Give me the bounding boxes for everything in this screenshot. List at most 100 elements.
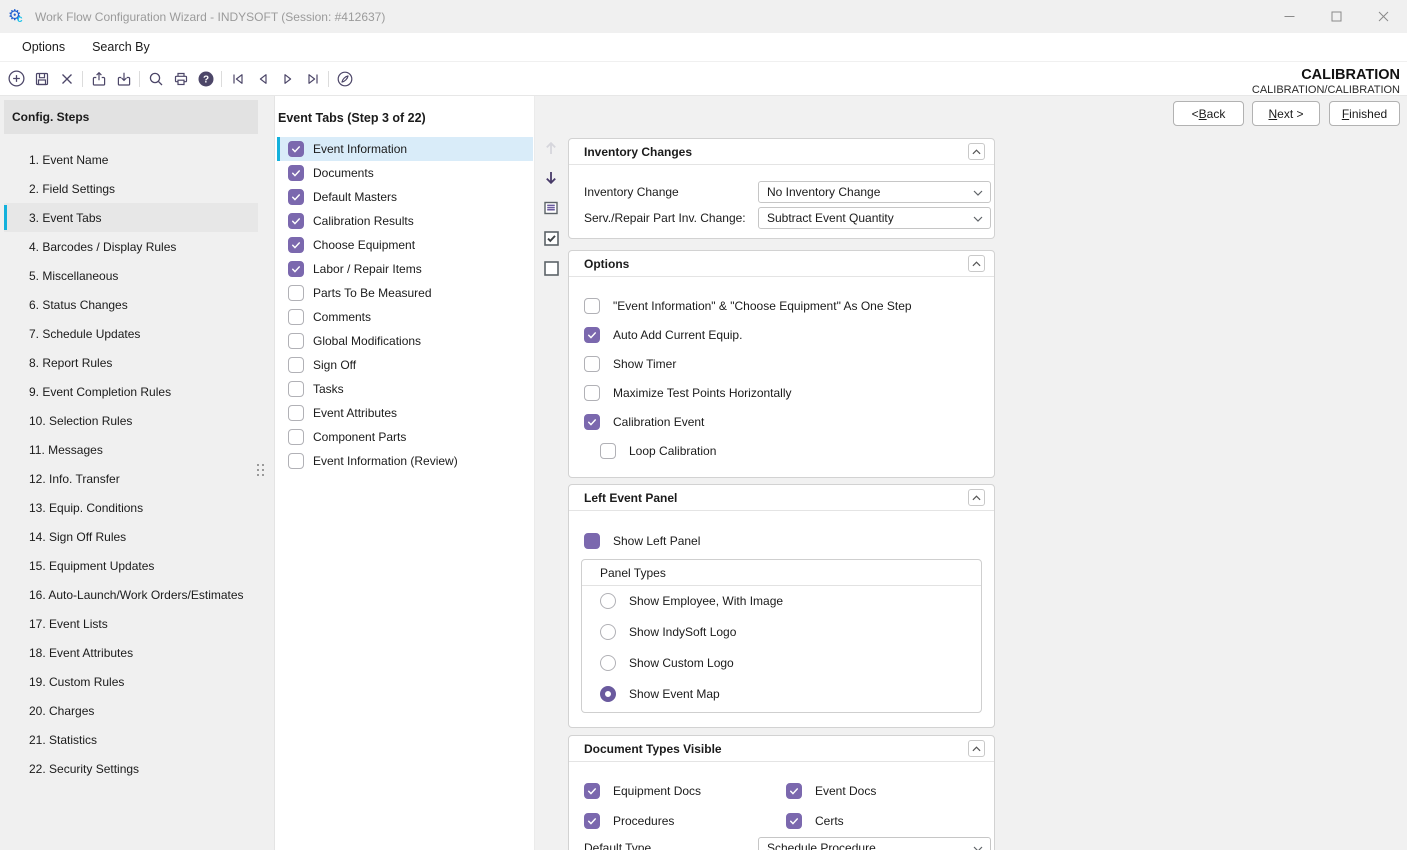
option-checkbox-row[interactable]: "Event Information" & "Choose Equipment"… [584, 298, 912, 314]
title-bar: ⚙c Work Flow Configuration Wizard - INDY… [0, 0, 1407, 33]
check-all-icon[interactable] [539, 226, 563, 250]
event-tab-row[interactable]: Documents [277, 161, 533, 185]
event-tab-row[interactable]: Tasks [277, 377, 533, 401]
panel-type-radio-row[interactable]: Show Employee, With Image [600, 593, 783, 609]
help-icon[interactable]: ? [193, 66, 218, 92]
checkbox-label: "Event Information" & "Choose Equipment"… [613, 299, 912, 313]
sidebar-item-step-1[interactable]: 1. Event Name [4, 145, 258, 174]
event-tab-row[interactable]: Event Information (Review) [277, 449, 533, 473]
collapse-chevron-up-icon[interactable] [968, 740, 985, 757]
navigate-icon[interactable] [332, 66, 357, 92]
show-left-panel-checkbox[interactable]: Show Left Panel [584, 533, 700, 549]
sidebar-item-label: 19. Custom Rules [29, 675, 124, 689]
print-icon[interactable] [168, 66, 193, 92]
checkbox-unchecked-icon [288, 309, 304, 325]
sidebar-item-step-9[interactable]: 9. Event Completion Rules [4, 377, 258, 406]
sidebar-item-step-14[interactable]: 14. Sign Off Rules [4, 522, 258, 551]
first-icon[interactable] [225, 66, 250, 92]
option-checkbox-row[interactable]: Calibration Event [584, 414, 704, 430]
event-tab-row[interactable]: Labor / Repair Items [277, 257, 533, 281]
finished-button[interactable]: Finished [1329, 101, 1400, 126]
sidebar-item-step-16[interactable]: 16. Auto-Launch/Work Orders/Estimates [4, 580, 258, 609]
event-tab-row[interactable]: Sign Off [277, 353, 533, 377]
close-icon[interactable] [1360, 0, 1407, 33]
sidebar-item-step-20[interactable]: 20. Charges [4, 696, 258, 725]
sidebar-item-label: 16. Auto-Launch/Work Orders/Estimates [29, 588, 244, 602]
search-icon[interactable] [143, 66, 168, 92]
sidebar-item-step-12[interactable]: 12. Info. Transfer [4, 464, 258, 493]
sidebar-item-step-3[interactable]: 3. Event Tabs [4, 203, 258, 232]
maximize-icon[interactable] [1313, 0, 1360, 33]
document-type-checkbox-row[interactable]: Event Docs [786, 783, 876, 799]
event-tab-row[interactable]: Calibration Results [277, 209, 533, 233]
sidebar-item-step-19[interactable]: 19. Custom Rules [4, 667, 258, 696]
sidebar-item-step-7[interactable]: 7. Schedule Updates [4, 319, 258, 348]
sidebar-item-label: 6. Status Changes [29, 298, 128, 312]
inventory-change-select[interactable]: No Inventory Change [758, 181, 991, 203]
sidebar-item-step-5[interactable]: 5. Miscellaneous [4, 261, 258, 290]
checkbox-checked-icon [786, 813, 802, 829]
sidebar-item-step-18[interactable]: 18. Event Attributes [4, 638, 258, 667]
window-title: Work Flow Configuration Wizard - INDYSOF… [35, 10, 385, 24]
sidebar-item-step-11[interactable]: 11. Messages [4, 435, 258, 464]
collapse-chevron-up-icon[interactable] [968, 143, 985, 160]
sidebar-item-step-2[interactable]: 2. Field Settings [4, 174, 258, 203]
back-button[interactable]: < Back [1173, 101, 1244, 126]
sidebar-item-step-13[interactable]: 13. Equip. Conditions [4, 493, 258, 522]
option-checkbox-row[interactable]: Loop Calibration [600, 443, 716, 459]
sidebar-item-step-21[interactable]: 21. Statistics [4, 725, 258, 754]
panel-type-radio-row[interactable]: Show IndySoft Logo [600, 624, 736, 640]
collapse-chevron-up-icon[interactable] [968, 489, 985, 506]
sidebar-item-step-8[interactable]: 8. Report Rules [4, 348, 258, 377]
serv-repair-part-inv-change-select[interactable]: Subtract Event Quantity [758, 207, 991, 229]
option-checkbox-row[interactable]: Maximize Test Points Horizontally [584, 385, 792, 401]
next-icon[interactable] [275, 66, 300, 92]
option-checkbox-row[interactable]: Auto Add Current Equip. [584, 327, 742, 343]
panel-type-radio-row[interactable]: Show Event Map [600, 686, 720, 702]
details-icon[interactable] [539, 196, 563, 220]
collapse-chevron-up-icon[interactable] [968, 255, 985, 272]
menu-search-by[interactable]: Search By [92, 40, 150, 54]
sidebar-item-step-10[interactable]: 10. Selection Rules [4, 406, 258, 435]
add-icon[interactable] [4, 66, 29, 92]
event-tab-row[interactable]: Parts To Be Measured [277, 281, 533, 305]
sidebar-item-label: 7. Schedule Updates [29, 327, 140, 341]
event-tab-row[interactable]: Default Masters [277, 185, 533, 209]
sidebar-item-step-15[interactable]: 15. Equipment Updates [4, 551, 258, 580]
panel-type-radio-row[interactable]: Show Custom Logo [600, 655, 734, 671]
save-icon[interactable] [29, 66, 54, 92]
export-icon[interactable] [86, 66, 111, 92]
splitter-grip-icon[interactable] [257, 464, 265, 477]
event-tab-row[interactable]: Event Attributes [277, 401, 533, 425]
checkbox-unchecked-icon [584, 385, 600, 401]
event-tab-row[interactable]: Event Information [277, 137, 533, 161]
window-controls [1266, 0, 1407, 33]
menu-options[interactable]: Options [22, 40, 65, 54]
last-icon[interactable] [300, 66, 325, 92]
sidebar-item-step-17[interactable]: 17. Event Lists [4, 609, 258, 638]
document-type-checkbox-row[interactable]: Certs [786, 813, 844, 829]
event-tab-row[interactable]: Component Parts [277, 425, 533, 449]
event-tabs-panel: Event Tabs (Step 3 of 22) Event Informat… [275, 96, 535, 850]
event-tab-row[interactable]: Choose Equipment [277, 233, 533, 257]
option-checkbox-row[interactable]: Show Timer [584, 356, 676, 372]
import-icon[interactable] [111, 66, 136, 92]
event-tab-row[interactable]: Comments [277, 305, 533, 329]
document-type-checkbox-row[interactable]: Equipment Docs [584, 783, 701, 799]
uncheck-all-icon[interactable] [539, 256, 563, 280]
default-type-select[interactable]: Schedule Procedure [758, 837, 991, 850]
checkbox-label: Auto Add Current Equip. [613, 328, 742, 342]
event-tab-row[interactable]: Global Modifications [277, 329, 533, 353]
previous-icon[interactable] [250, 66, 275, 92]
chevron-down-icon [973, 839, 983, 850]
sidebar-item-step-6[interactable]: 6. Status Changes [4, 290, 258, 319]
next-button[interactable]: Next > [1252, 101, 1320, 126]
sidebar-item-step-4[interactable]: 4. Barcodes / Display Rules [4, 232, 258, 261]
document-type-checkbox-row[interactable]: Procedures [584, 813, 674, 829]
minimize-icon[interactable] [1266, 0, 1313, 33]
sidebar-item-step-22[interactable]: 22. Security Settings [4, 754, 258, 783]
chevron-down-icon [973, 183, 983, 201]
delete-icon[interactable] [54, 66, 79, 92]
move-down-icon[interactable] [539, 166, 563, 190]
event-tab-label: Labor / Repair Items [313, 262, 422, 276]
